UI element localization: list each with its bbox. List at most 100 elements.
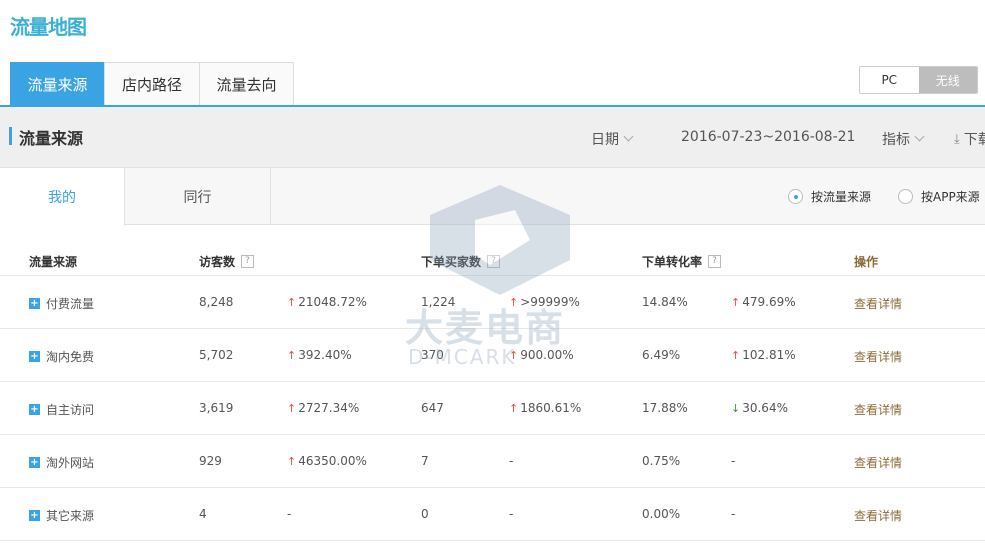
table-row: + 其它来源 4 - 0 - 0.00% - 查看详情 <box>0 488 985 541</box>
help-icon[interactable]: ? <box>708 255 722 268</box>
view-details-link[interactable]: 查看详情 <box>854 401 902 418</box>
download-icon: ⤓ <box>954 131 960 147</box>
visitors-change-cell: - <box>287 507 291 521</box>
view-details-link[interactable]: 查看详情 <box>854 295 902 312</box>
buyers-change-cell: - <box>509 507 513 521</box>
conversion-cell: 0.75% <box>642 454 681 468</box>
header-buyers-label: 下单买家数 <box>421 255 482 269</box>
change-value: 392.40% <box>298 348 352 362</box>
source-cell: + 其它来源 <box>29 507 94 524</box>
arrow-up-icon: ↑ <box>287 454 297 468</box>
buyers-change-cell: ↑ 1860.61% <box>509 401 581 415</box>
source-label: 自主访问 <box>46 403 95 417</box>
buyers-cell: 0 <box>421 507 429 521</box>
table-header: 流量来源 访客数 ? 下单买家数 ? 下单转化率 ? 操作 <box>0 226 985 276</box>
radio-by-app-source[interactable]: 按APP来源 <box>898 188 980 205</box>
top-tabs: 流量来源 店内路径 流量去向 <box>10 62 294 105</box>
filter-bar: 流量来源 日期 2016-07-23~2016-08-21 指标 ⤓ 下载 <box>0 107 985 168</box>
help-icon[interactable]: ? <box>487 255 501 268</box>
conversion-change-cell: - <box>731 507 735 521</box>
arrow-up-icon: ↑ <box>287 348 297 362</box>
tab-peers[interactable]: 同行 <box>125 168 271 225</box>
radio-label: 按APP来源 <box>921 190 980 204</box>
date-dropdown[interactable]: 日期 <box>591 129 634 149</box>
arrow-up-icon: ↑ <box>287 401 297 415</box>
tab-traffic-destination[interactable]: 流量去向 <box>199 62 294 105</box>
change-value: 30.64% <box>742 401 788 415</box>
visitors-change-cell: ↑ 2727.34% <box>287 401 359 415</box>
view-details-link[interactable]: 查看详情 <box>854 348 902 365</box>
table-row: + 淘内免费 5,702 ↑ 392.40% 370 ↑ 900.00% 6.49% ↑ 102.8… <box>0 329 985 382</box>
section-title: 流量来源 <box>19 129 84 148</box>
change-value: - <box>731 507 736 521</box>
radio-by-traffic-source[interactable]: 按流量来源 <box>788 188 871 205</box>
page-title: 流量地图 <box>10 15 87 39</box>
buyers-cell: 1,224 <box>421 295 456 309</box>
visitors-cell: 3,619 <box>199 401 234 415</box>
arrow-up-icon: ↑ <box>731 295 741 309</box>
source-label: 淘内免费 <box>46 350 95 364</box>
change-value: 46350.00% <box>298 454 367 468</box>
header-buyers: 下单买家数 ? <box>421 253 501 270</box>
metrics-label: 指标 <box>882 132 910 148</box>
visitors-cell: 5,702 <box>199 348 234 362</box>
tab-store-path[interactable]: 店内路径 <box>104 62 200 105</box>
conversion-cell: 17.88% <box>642 401 688 415</box>
view-details-link[interactable]: 查看详情 <box>854 507 902 524</box>
header-action: 操作 <box>854 255 879 269</box>
source-cell: + 自主访问 <box>29 401 94 418</box>
device-toggle: PC 无线 <box>859 66 978 94</box>
help-icon[interactable]: ? <box>241 255 255 268</box>
source-label: 淘外网站 <box>46 456 95 470</box>
expand-icon[interactable]: + <box>29 351 40 362</box>
header-visitors-label: 访客数 <box>199 255 236 269</box>
header-source: 流量来源 <box>29 255 78 269</box>
conversion-cell: 6.49% <box>642 348 681 362</box>
expand-icon[interactable]: + <box>29 510 40 521</box>
pc-button[interactable]: PC <box>860 67 919 93</box>
wireless-button[interactable]: 无线 <box>918 67 977 93</box>
tab-traffic-source[interactable]: 流量来源 <box>10 62 105 105</box>
visitors-cell: 929 <box>199 454 222 468</box>
conversion-cell: 0.00% <box>642 507 681 521</box>
download-button[interactable]: ⤓ 下载 <box>954 129 985 149</box>
expand-icon[interactable]: + <box>29 298 40 309</box>
arrow-up-icon: ↑ <box>509 348 519 362</box>
arrow-up-icon: ↑ <box>287 295 297 309</box>
tab-mine[interactable]: 我的 <box>0 168 125 226</box>
expand-icon[interactable]: + <box>29 457 40 468</box>
visitors-change-cell: ↑ 392.40% <box>287 348 352 362</box>
change-value: 21048.72% <box>298 295 367 309</box>
date-range[interactable]: 2016-07-23~2016-08-21 <box>681 129 855 145</box>
radio-label: 按流量来源 <box>811 190 872 204</box>
visitors-change-cell: ↑ 46350.00% <box>287 454 367 468</box>
buyers-cell: 647 <box>421 401 444 415</box>
table-row: + 淘外网站 929 ↑ 46350.00% 7 - 0.75% - 查看详情 <box>0 435 985 488</box>
conversion-change-cell: ↓ 30.64% <box>731 401 788 415</box>
conversion-change-cell: - <box>731 454 735 468</box>
source-label: 付费流量 <box>46 297 95 311</box>
buyers-change-cell: ↑ 900.00% <box>509 348 574 362</box>
header-conversion-label: 下单转化率 <box>642 255 703 269</box>
chevron-down-icon <box>914 131 925 142</box>
expand-icon[interactable]: + <box>29 404 40 415</box>
metrics-dropdown[interactable]: 指标 <box>882 129 925 149</box>
view-details-link[interactable]: 查看详情 <box>854 454 902 471</box>
source-cell: + 淘外网站 <box>29 454 94 471</box>
buyers-cell: 7 <box>421 454 429 468</box>
buyers-cell: 370 <box>421 348 444 362</box>
conversion-change-cell: ↑ 102.81% <box>731 348 796 362</box>
visitors-cell: 8,248 <box>199 295 234 309</box>
header-conversion: 下单转化率 ? <box>642 253 722 270</box>
chevron-down-icon <box>623 131 634 142</box>
change-value: 900.00% <box>520 348 574 362</box>
conversion-cell: 14.84% <box>642 295 688 309</box>
radio-checked-icon <box>788 189 803 204</box>
date-label: 日期 <box>591 132 619 148</box>
source-cell: + 淘内免费 <box>29 348 94 365</box>
table-row: + 付费流量 8,248 ↑ 21048.72% 1,224 ↑ >99999% 14.84% ↑… <box>0 276 985 329</box>
download-label: 下载 <box>963 132 985 148</box>
table-row: + 自主访问 3,619 ↑ 2727.34% 647 ↑ 1860.61% 17.88% ↓ 30… <box>0 382 985 435</box>
source-label: 其它来源 <box>46 509 95 523</box>
arrow-down-icon: ↓ <box>731 401 741 415</box>
